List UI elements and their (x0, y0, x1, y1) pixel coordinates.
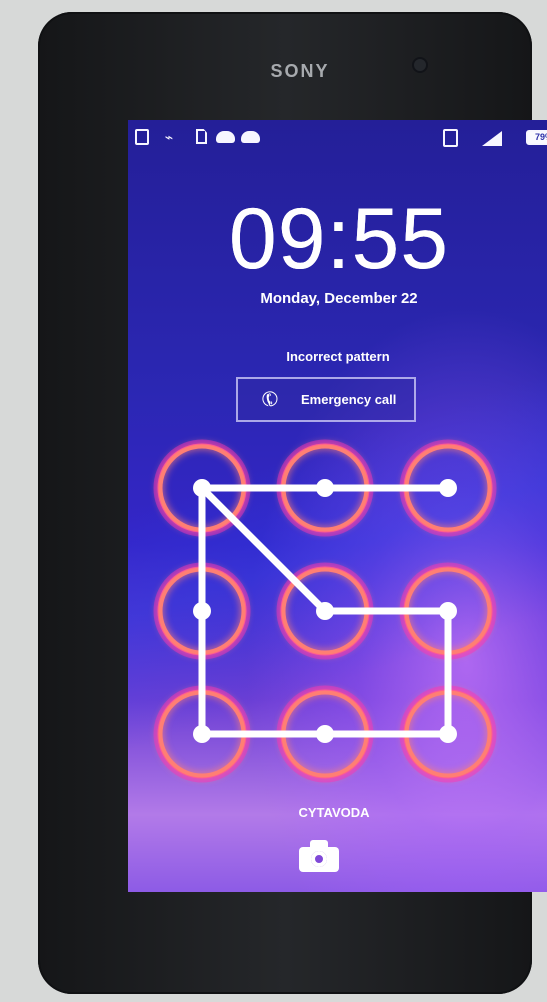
pattern-dot-1[interactable] (193, 479, 211, 497)
pattern-dot-5[interactable] (316, 602, 334, 620)
pattern-dot-7[interactable] (193, 725, 211, 743)
pattern-dot-6[interactable] (439, 602, 457, 620)
pattern-dot-2[interactable] (316, 479, 334, 497)
brand-logo: SONY (270, 61, 330, 81)
camera-lens-icon (311, 851, 327, 867)
front-camera-icon (414, 59, 426, 71)
lockscreen: ⌁ 79% 09:55 Monday, December 22 Incorrec… (128, 120, 547, 892)
phone-device: SONY ⌁ 79% 09:55 Monday, December 22 Inc… (38, 12, 547, 994)
camera-shortcut-button[interactable] (299, 840, 339, 872)
pattern-dot-4[interactable] (193, 602, 211, 620)
pattern-dot-3[interactable] (439, 479, 457, 497)
pattern-lock[interactable] (128, 120, 547, 892)
camera-shortcut-label: CYTAVODA (298, 805, 370, 820)
pattern-dot-8[interactable] (316, 725, 334, 743)
pattern-dot-9[interactable] (439, 725, 457, 743)
